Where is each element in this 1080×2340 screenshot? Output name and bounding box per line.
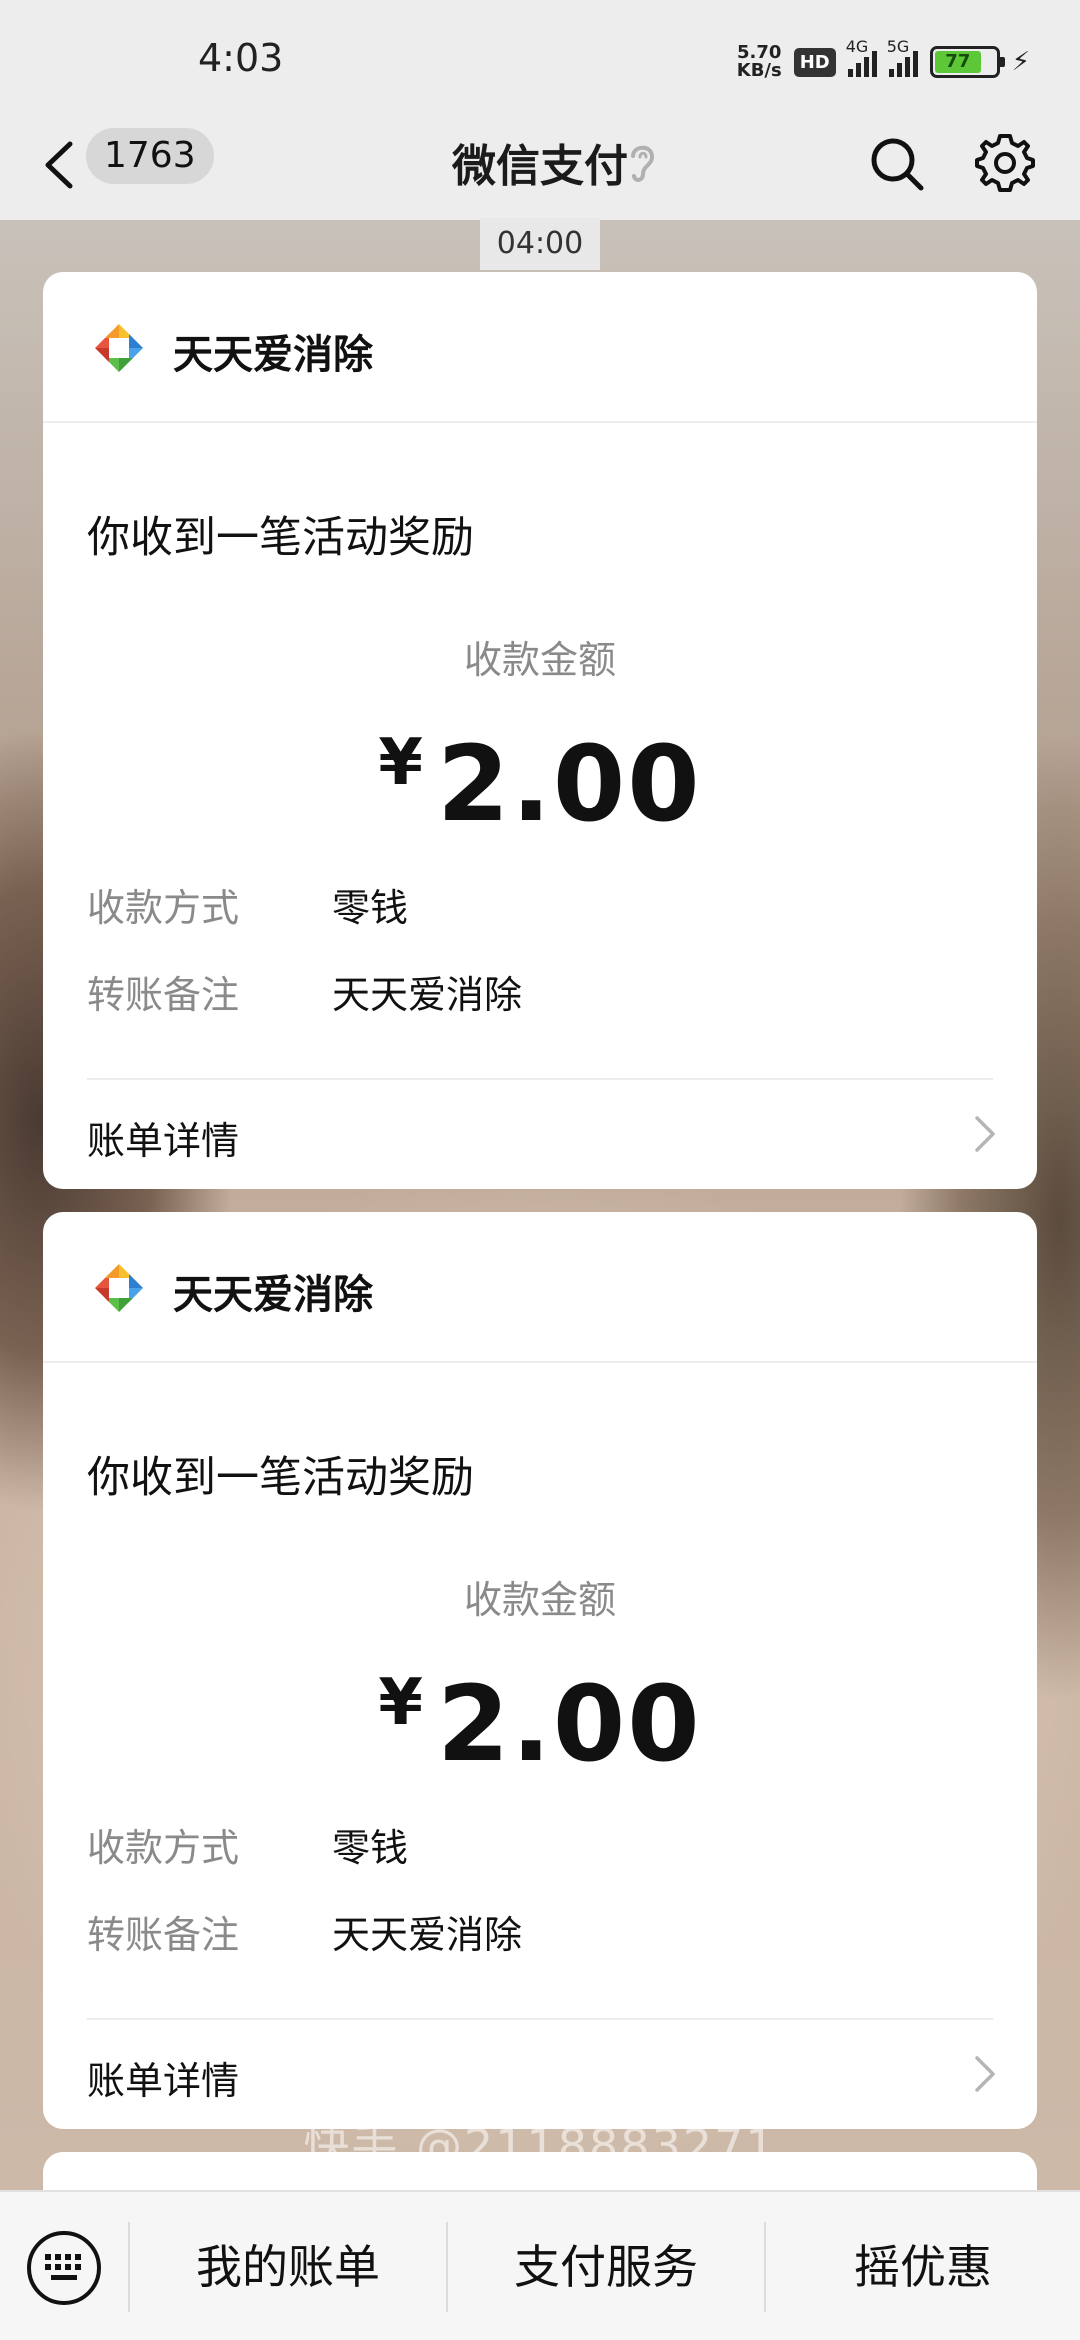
payment-method-row: 收款方式 零钱 bbox=[87, 877, 408, 932]
card-divider bbox=[87, 2018, 993, 2020]
chat-timestamp: 04:00 bbox=[480, 218, 600, 270]
payment-method-key: 收款方式 bbox=[87, 886, 240, 930]
bill-detail-link[interactable]: 账单详情 bbox=[87, 2050, 239, 2105]
payment-message-card[interactable]: 天天爱消除 你收到一笔活动奖励 收款金额 ¥2.00 收款方式 零钱 转账备注 天天… bbox=[43, 272, 1037, 1189]
amount-number: 2.00 bbox=[436, 1663, 702, 1785]
chevron-right-icon[interactable] bbox=[973, 2054, 997, 2094]
menu-payment-services[interactable]: 支付服务 bbox=[448, 2192, 764, 2340]
status-time: 4:03 bbox=[198, 36, 284, 80]
reward-title: 你收到一笔活动奖励 bbox=[87, 513, 474, 563]
payment-method-row: 收款方式 零钱 bbox=[87, 1817, 408, 1872]
transfer-note-value: 天天爱消除 bbox=[332, 973, 523, 1017]
card-divider bbox=[87, 1078, 993, 1080]
transfer-note-row: 转账备注 天天爱消除 bbox=[87, 1904, 522, 1959]
app-name: 天天爱消除 bbox=[173, 1272, 373, 1318]
app-logo-icon bbox=[95, 324, 143, 372]
hd-badge: HD bbox=[793, 47, 836, 77]
signal-4g-label: 4G bbox=[845, 37, 869, 56]
card-header: 天天爱消除 bbox=[43, 1212, 1037, 1363]
chevron-right-icon[interactable] bbox=[973, 1114, 997, 1154]
payment-method-value: 零钱 bbox=[332, 1826, 409, 1870]
currency-symbol: ¥ bbox=[378, 1666, 423, 1740]
transfer-note-row: 转账备注 天天爱消除 bbox=[87, 964, 522, 1019]
gear-icon[interactable] bbox=[974, 132, 1036, 194]
signal-5g-icon: 5G bbox=[887, 37, 918, 77]
reward-title: 你收到一笔活动奖励 bbox=[87, 1453, 474, 1503]
amount-label: 收款金额 bbox=[463, 1578, 616, 1622]
signal-4g-icon: 4G bbox=[846, 37, 877, 77]
payment-message-card[interactable]: 天天爱消除 你收到一笔活动奖励 收款金额 ¥2.00 收款方式 零钱 转账备注 天天… bbox=[43, 1212, 1037, 2129]
bill-detail-link[interactable]: 账单详情 bbox=[87, 1110, 239, 1165]
charging-icon: ⚡ bbox=[1011, 47, 1030, 77]
payment-method-value: 零钱 bbox=[332, 886, 409, 930]
nav-bar: 1763 微信支付 bbox=[0, 110, 1080, 220]
amount-value: ¥2.00 bbox=[43, 1663, 1037, 1785]
signal-5g-label: 5G bbox=[886, 37, 910, 56]
keyboard-icon[interactable] bbox=[24, 2228, 104, 2308]
transfer-note-key: 转账备注 bbox=[87, 973, 240, 1017]
network-speed-unit: KB/s bbox=[736, 60, 782, 81]
amount-label: 收款金额 bbox=[463, 638, 616, 682]
status-indicators: 5.70 KB/s HD 4G 5G 77 ⚡ bbox=[737, 37, 1030, 82]
network-speed: 5.70 KB/s bbox=[737, 44, 782, 80]
status-bar: 4:03 5.70 KB/s HD 4G 5G 77 ⚡ bbox=[0, 0, 1080, 110]
currency-symbol: ¥ bbox=[378, 726, 423, 800]
app-name: 天天爱消除 bbox=[173, 332, 373, 378]
battery-icon: 77 bbox=[929, 46, 1005, 78]
search-icon[interactable] bbox=[867, 134, 927, 194]
bottom-menu-bar: 我的账单 支付服务 摇优惠 bbox=[0, 2190, 1080, 2340]
amount-number: 2.00 bbox=[436, 723, 702, 845]
menu-my-bills[interactable]: 我的账单 bbox=[130, 2192, 446, 2340]
menu-shake-offers[interactable]: 摇优惠 bbox=[766, 2192, 1080, 2340]
card-header: 天天爱消除 bbox=[43, 272, 1037, 423]
transfer-note-key: 转账备注 bbox=[87, 1913, 240, 1957]
app-logo-icon bbox=[95, 1264, 143, 1312]
payment-method-key: 收款方式 bbox=[87, 1826, 240, 1870]
ear-icon bbox=[631, 145, 655, 182]
transfer-note-value: 天天爱消除 bbox=[332, 1913, 523, 1957]
battery-level: 77 bbox=[934, 51, 981, 73]
amount-value: ¥2.00 bbox=[43, 723, 1037, 845]
